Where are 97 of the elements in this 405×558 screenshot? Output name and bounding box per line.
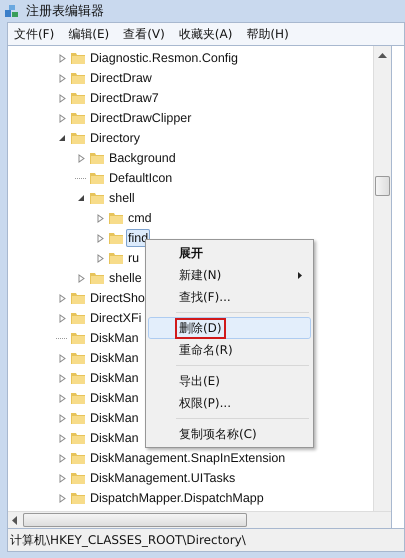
- context-menu-item[interactable]: 查找(F)...: [148, 286, 311, 308]
- expand-arrow-icon[interactable]: [58, 294, 66, 302]
- menu-label: 复制项名称(C): [178, 426, 258, 442]
- expand-arrow-icon[interactable]: [58, 374, 66, 382]
- tree-item[interactable]: DiskMan: [88, 329, 141, 347]
- tree-item[interactable]: cmd: [126, 209, 154, 227]
- expand-arrow-icon[interactable]: [58, 494, 66, 502]
- folder-icon: [70, 110, 86, 126]
- expand-arrow-icon[interactable]: [58, 414, 66, 422]
- folder-icon: [108, 250, 124, 266]
- expand-arrow-icon[interactable]: [58, 54, 66, 62]
- scroll-thumb[interactable]: [23, 513, 247, 527]
- tree-item[interactable]: ru: [126, 249, 142, 267]
- collapse-arrow-icon[interactable]: [78, 194, 84, 202]
- tree-item[interactable]: DiskMan: [88, 409, 141, 427]
- folder-icon: [70, 70, 86, 86]
- expand-arrow-icon[interactable]: [58, 314, 66, 322]
- scroll-thumb[interactable]: [375, 176, 390, 196]
- menu-item[interactable]: 收藏夹(A): [178, 26, 232, 42]
- tree-item[interactable]: DiskMan: [88, 389, 141, 407]
- context-menu-item[interactable]: 导出(E): [148, 370, 311, 392]
- folder-icon: [70, 410, 86, 426]
- tree-item[interactable]: DispatchMapper.DispatchMapp: [88, 489, 266, 507]
- folder-icon: [70, 450, 86, 466]
- menu-item[interactable]: 查看(V): [123, 26, 165, 42]
- expand-arrow-icon[interactable]: [96, 234, 104, 242]
- folder-icon: [70, 310, 86, 326]
- tree-item[interactable]: shell: [107, 189, 137, 207]
- expand-arrow-icon[interactable]: [78, 154, 84, 162]
- folder-icon: [70, 350, 86, 366]
- folder-icon: [70, 130, 86, 146]
- vertical-scrollbar[interactable]: [373, 46, 391, 511]
- menu-label: 权限(P)...: [178, 394, 232, 412]
- tree-item[interactable]: DiskManagement.SnapInExtension: [88, 449, 288, 467]
- expand-arrow-icon[interactable]: [58, 434, 66, 442]
- menu-item[interactable]: 编辑(E): [68, 26, 110, 42]
- horizontal-scrollbar[interactable]: [8, 511, 391, 528]
- tree-item[interactable]: DefaultIcon: [107, 169, 174, 187]
- menu-item[interactable]: 文件(F): [14, 26, 54, 42]
- context-menu-item[interactable]: 删除(D): [148, 317, 311, 339]
- tree-item[interactable]: DiskMan: [88, 349, 141, 367]
- expand-arrow-icon[interactable]: [58, 74, 66, 82]
- tree-item[interactable]: DiskManagement.UITasks: [88, 469, 238, 487]
- tree-item[interactable]: DiskMan: [88, 429, 141, 447]
- menu-label: 展开: [178, 244, 204, 262]
- folder-icon: [70, 290, 86, 306]
- tree-item[interactable]: Directory: [88, 129, 142, 147]
- tree-item[interactable]: Background: [107, 149, 178, 167]
- folder-icon: [89, 170, 105, 186]
- folder-icon: [70, 50, 86, 66]
- folder-icon: [70, 490, 86, 506]
- tree-item[interactable]: DiskMan: [88, 369, 141, 387]
- context-menu-item[interactable]: 重命名(R): [148, 339, 311, 361]
- folder-icon: [70, 330, 86, 346]
- folder-icon: [70, 90, 86, 106]
- context-menu-item[interactable]: 复制项名称(C): [148, 423, 311, 445]
- tree-item[interactable]: shelle: [107, 269, 144, 287]
- expand-arrow-icon[interactable]: [78, 274, 84, 282]
- expand-arrow-icon[interactable]: [96, 254, 104, 262]
- folder-icon: [89, 150, 105, 166]
- folder-icon: [70, 430, 86, 446]
- expand-arrow-icon[interactable]: [96, 214, 104, 222]
- folder-icon: [70, 390, 86, 406]
- expand-arrow-icon[interactable]: [58, 114, 66, 122]
- tree-item[interactable]: DirectDrawClipper: [88, 109, 194, 127]
- folder-icon: [89, 270, 105, 286]
- context-menu-item[interactable]: 新建(N): [148, 264, 311, 286]
- context-menu-item[interactable]: 权限(P)...: [148, 392, 311, 414]
- expand-arrow-icon[interactable]: [58, 454, 66, 462]
- folder-icon: [70, 370, 86, 386]
- registry-cubes-icon: [4, 3, 20, 19]
- scroll-left-icon[interactable]: [11, 516, 17, 524]
- window-title: 注册表编辑器: [26, 3, 104, 20]
- expand-arrow-icon[interactable]: [58, 474, 66, 482]
- submenu-arrow-icon: [298, 272, 302, 278]
- menu-label: 查找(F)...: [178, 288, 232, 306]
- context-menu-item[interactable]: 展开: [148, 242, 311, 264]
- tree-item[interactable]: DirectDraw7: [88, 89, 161, 107]
- tree-item[interactable]: DirectXFi: [88, 309, 144, 327]
- folder-icon: [108, 210, 124, 226]
- menu-label: 导出(E): [178, 372, 221, 390]
- tree-item[interactable]: DirectSho: [88, 289, 147, 307]
- folder-icon: [70, 470, 86, 486]
- outlined-label: 删除(D): [175, 318, 226, 338]
- collapse-arrow-icon[interactable]: [58, 134, 66, 142]
- tree-item[interactable]: DirectDraw: [88, 69, 154, 87]
- menu-item[interactable]: 帮助(H): [246, 26, 289, 42]
- tree-item[interactable]: Diagnostic.Resmon.Config: [88, 49, 240, 67]
- folder-icon: [108, 230, 124, 246]
- status-path: 计算机\HKEY_CLASSES_ROOT\Directory\: [10, 532, 246, 548]
- menu-label: 重命名(R): [178, 342, 234, 358]
- expand-arrow-icon[interactable]: [58, 354, 66, 362]
- scroll-up-icon[interactable]: [378, 52, 387, 58]
- folder-icon: [89, 190, 105, 206]
- expand-arrow-icon[interactable]: [58, 94, 66, 102]
- expand-arrow-icon[interactable]: [58, 394, 66, 402]
- menu-label: 新建(N): [178, 266, 222, 284]
